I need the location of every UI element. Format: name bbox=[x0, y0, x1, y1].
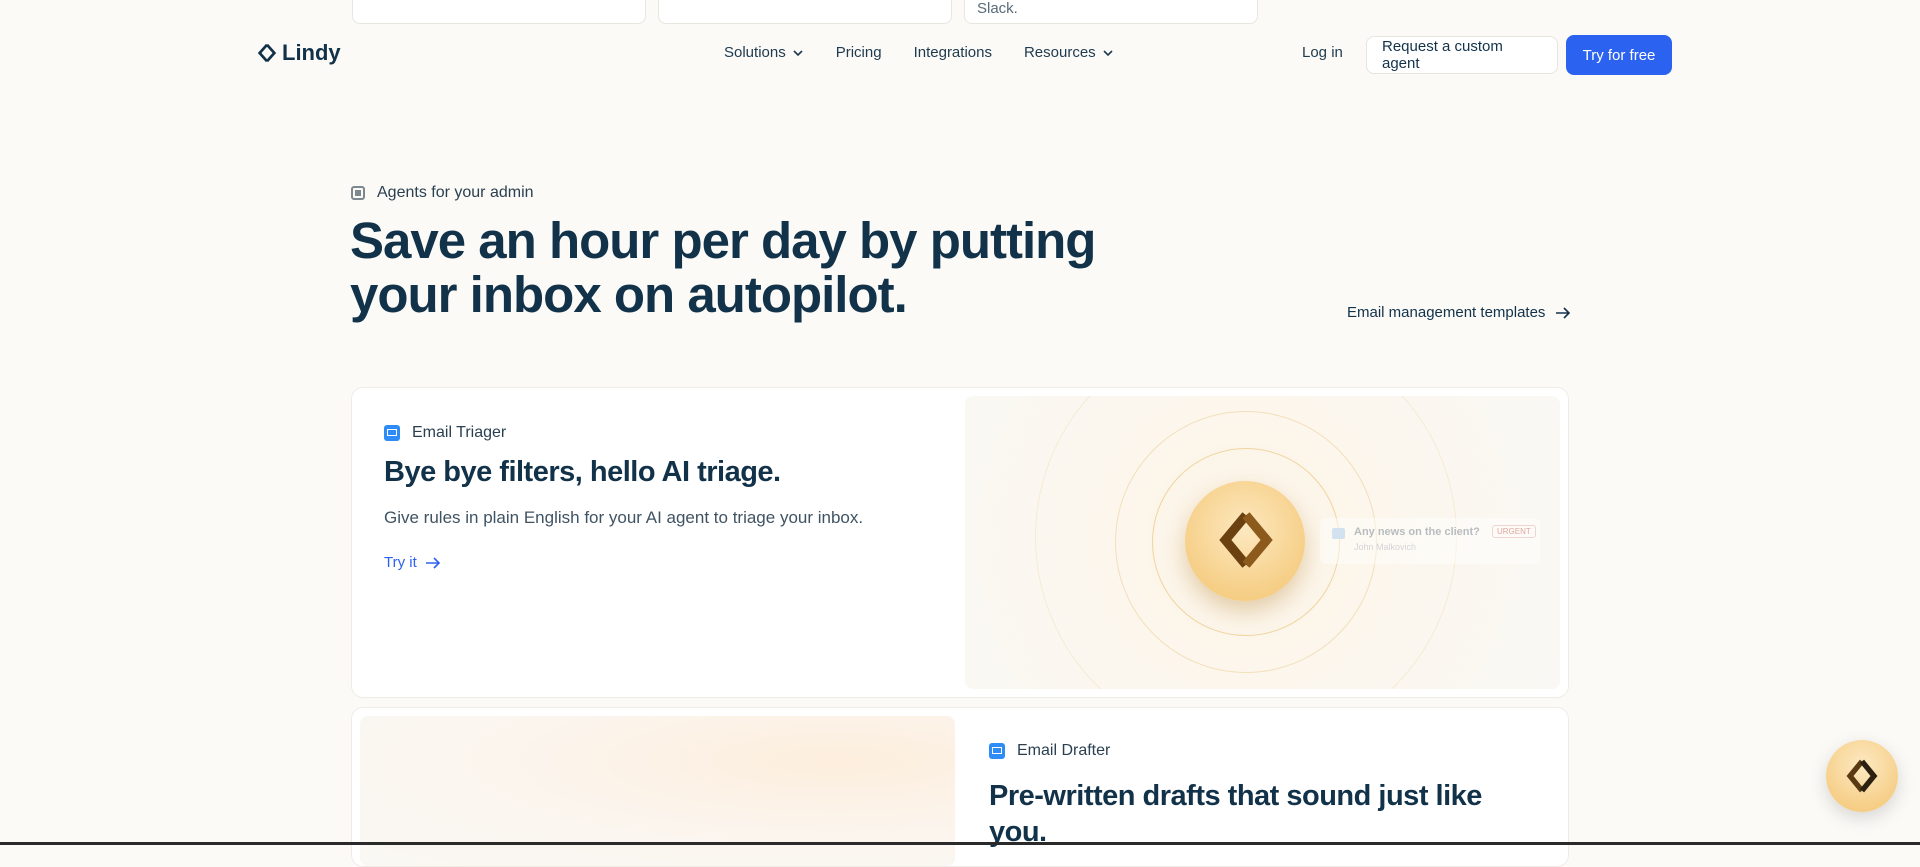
logo[interactable]: Lindy bbox=[256, 40, 341, 66]
request-custom-agent-button[interactable]: Request a custom agent bbox=[1366, 36, 1558, 74]
templates-link-label: Email management templates bbox=[1347, 304, 1546, 321]
eyebrow-text: Agents for your admin bbox=[377, 184, 534, 201]
chevron-down-icon bbox=[793, 49, 803, 56]
hero-title-line2: your inbox on autopilot. bbox=[350, 266, 908, 323]
lindy-logo-icon bbox=[257, 43, 277, 63]
hero-title-line1: Save an hour per day by putting bbox=[350, 212, 1096, 269]
triage-illustration: Any news on the client? URGENT John Malk… bbox=[965, 396, 1560, 689]
email-templates-link[interactable]: Email management templates bbox=[1347, 304, 1571, 321]
nav-pricing-label: Pricing bbox=[835, 44, 882, 61]
notif-subject: Any news on the client? bbox=[1354, 526, 1480, 538]
card1-tag: Email Triager bbox=[384, 424, 506, 442]
admin-icon bbox=[351, 186, 365, 200]
card1-try-it-link[interactable]: Try it bbox=[384, 554, 441, 571]
card1-title: Bye bye filters, hello AI triage. bbox=[384, 456, 781, 488]
lindy-chat-button[interactable] bbox=[1826, 740, 1898, 812]
card2-title-line1: Pre-written drafts that sound just like bbox=[989, 780, 1482, 812]
card2-title: Pre-written drafts that sound just like … bbox=[989, 778, 1482, 850]
mail-icon bbox=[384, 425, 400, 441]
nav-pricing[interactable]: Pricing bbox=[836, 44, 882, 61]
chevron-down-icon bbox=[1103, 49, 1113, 56]
arrow-right-icon bbox=[1556, 306, 1571, 319]
nav-resources-label: Resources bbox=[1023, 44, 1096, 61]
email-avatar-icon bbox=[1332, 528, 1345, 539]
nav-integrations[interactable]: Integrations bbox=[914, 44, 992, 61]
urgent-badge: URGENT bbox=[1492, 525, 1536, 538]
nav-integrations-label: Integrations bbox=[913, 44, 992, 61]
card1-desc: Give rules in plain English for your AI … bbox=[384, 508, 864, 527]
hero-title: Save an hour per day by putting your inb… bbox=[350, 214, 1110, 322]
try-for-free-button[interactable]: Try for free bbox=[1566, 35, 1672, 75]
try-it-label: Try it bbox=[384, 554, 417, 571]
card1-tag-label: Email Triager bbox=[412, 424, 507, 441]
card2-tag-label: Email Drafter bbox=[1017, 742, 1111, 759]
nav-resources[interactable]: Resources bbox=[1024, 44, 1114, 61]
notification-preview: Any news on the client? URGENT John Malk… bbox=[1320, 518, 1540, 564]
notif-sender: John Malkovich bbox=[1354, 542, 1417, 552]
hero-eyebrow: Agents for your admin bbox=[351, 184, 534, 202]
login-link[interactable]: Log in bbox=[1302, 44, 1343, 61]
card2-tag: Email Drafter bbox=[989, 742, 1110, 760]
mail-icon bbox=[989, 743, 1005, 759]
nav-solutions-label: Solutions bbox=[724, 44, 786, 61]
lindy-logo-icon bbox=[1219, 512, 1273, 568]
main-nav: Solutions Pricing Integrations Resources bbox=[724, 44, 1114, 61]
logo-text: Lindy bbox=[282, 40, 341, 65]
lindy-orb bbox=[1185, 481, 1305, 601]
email-triager-card: Email Triager Bye bye filters, hello AI … bbox=[351, 387, 1569, 698]
lindy-logo-icon bbox=[1846, 759, 1878, 793]
site-header: Lindy Solutions Pricing Integrations Res… bbox=[0, 0, 1920, 110]
arrow-right-icon bbox=[425, 556, 440, 569]
nav-solutions[interactable]: Solutions bbox=[724, 44, 804, 61]
